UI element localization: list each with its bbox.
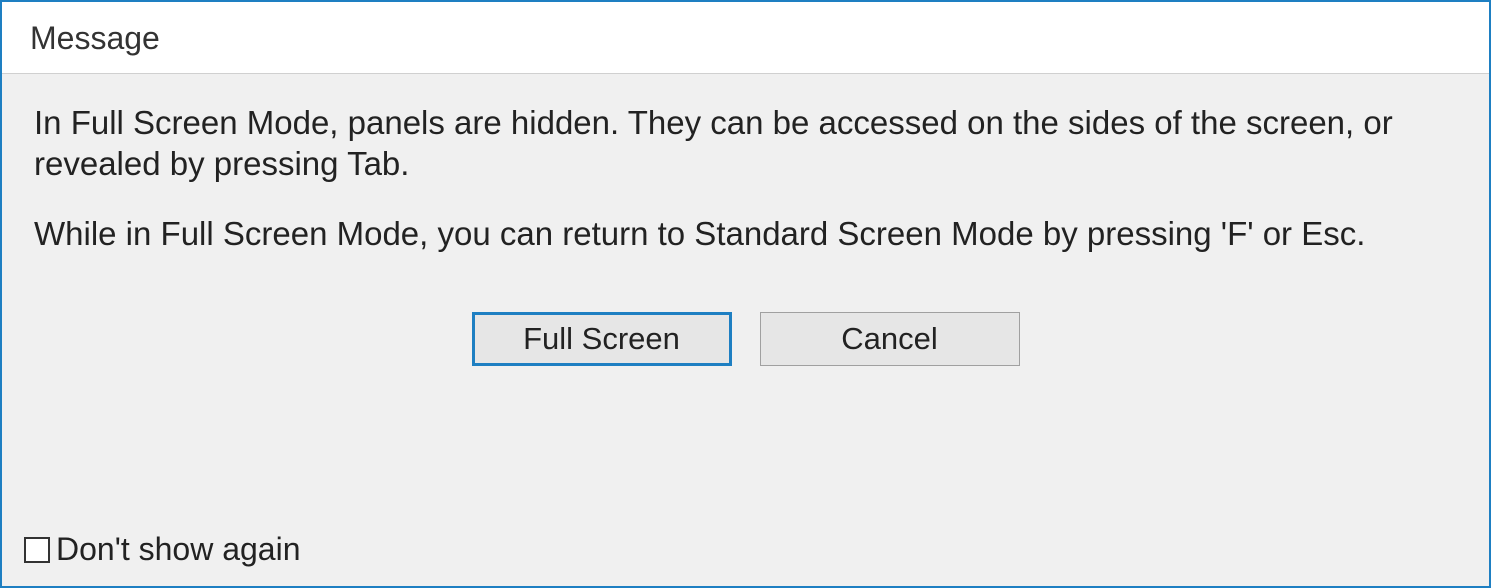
cancel-button[interactable]: Cancel <box>760 312 1020 366</box>
dont-show-again-label[interactable]: Don't show again <box>56 531 300 568</box>
dialog-title: Message <box>30 20 160 56</box>
message-paragraph-2: While in Full Screen Mode, you can retur… <box>34 213 1457 254</box>
message-paragraph-1: In Full Screen Mode, panels are hidden. … <box>34 102 1457 185</box>
dialog-body: In Full Screen Mode, panels are hidden. … <box>2 74 1489 531</box>
dont-show-again-checkbox[interactable] <box>24 537 50 563</box>
message-dialog: Message In Full Screen Mode, panels are … <box>0 0 1491 588</box>
dialog-footer: Don't show again <box>2 531 1489 586</box>
button-row: Full Screen Cancel <box>34 312 1457 366</box>
dialog-title-bar: Message <box>2 2 1489 74</box>
full-screen-button[interactable]: Full Screen <box>472 312 732 366</box>
